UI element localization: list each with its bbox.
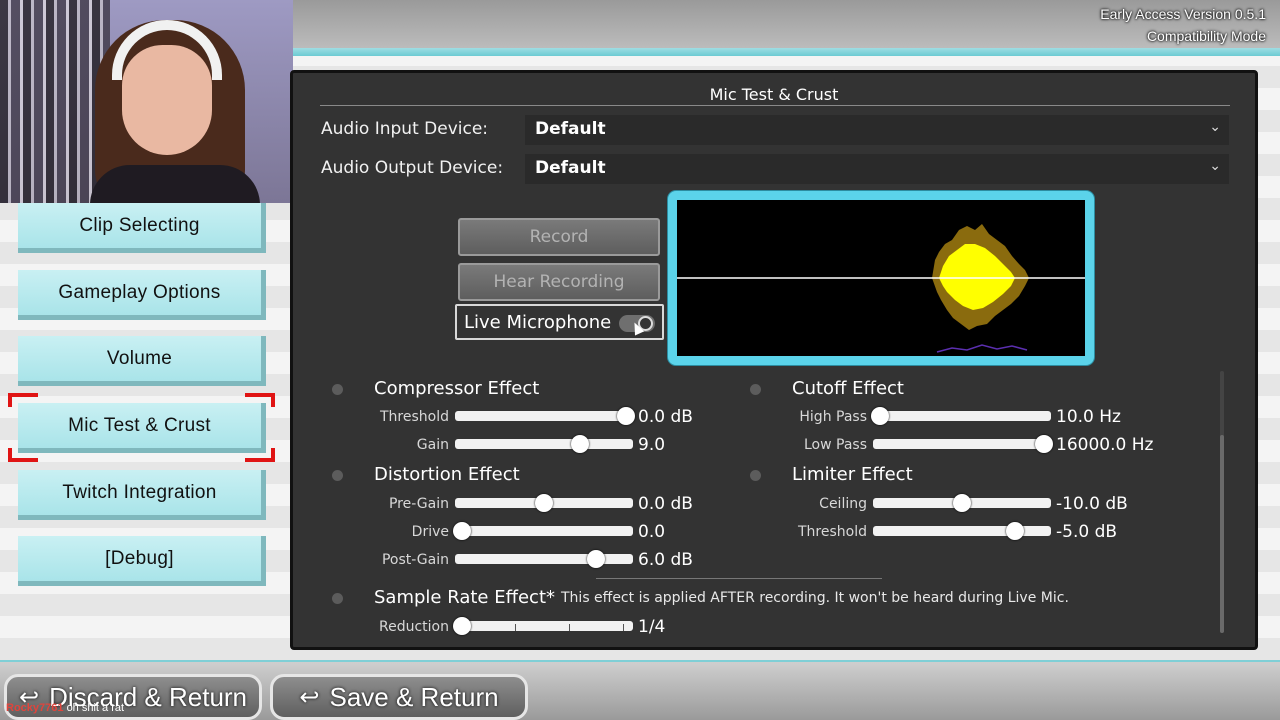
samplerate-title: Sample Rate Effect* bbox=[374, 587, 556, 608]
slider-tick bbox=[569, 624, 570, 631]
cutoff-lowpass-slider[interactable] bbox=[873, 435, 1053, 453]
mic-test-panel: Mic Test & Crust Audio Input Device: Def… bbox=[290, 70, 1258, 650]
distortion-drive-label: Drive bbox=[411, 524, 449, 540]
compressor-title: Compressor Effect bbox=[374, 378, 540, 399]
streamer-shirt bbox=[90, 165, 260, 203]
samplerate-reduction-label: Reduction bbox=[379, 619, 449, 635]
menu-item-volume[interactable]: Volume bbox=[18, 336, 266, 386]
limiter-toggle[interactable] bbox=[750, 470, 761, 481]
chat-message: Rocky7761 oh shit a rat bbox=[6, 702, 124, 714]
distortion-postgain-label: Post-Gain bbox=[381, 552, 449, 568]
limiter-threshold-value: -5.0 dB bbox=[1056, 522, 1118, 542]
input-device-select[interactable]: Default ⌄ bbox=[525, 115, 1229, 145]
limiter-title: Limiter Effect bbox=[792, 464, 913, 485]
distortion-toggle[interactable] bbox=[332, 470, 343, 481]
waveform-trace bbox=[936, 344, 1028, 353]
scrollbar-thumb[interactable] bbox=[1220, 435, 1224, 633]
cutoff-highpass-value: 10.0 Hz bbox=[1056, 407, 1121, 427]
menu-item-gameplay-options[interactable]: Gameplay Options bbox=[18, 270, 266, 320]
selection-bracket-top-right bbox=[245, 393, 275, 407]
chevron-down-icon: ⌄ bbox=[1209, 158, 1221, 174]
slider-tick bbox=[515, 624, 516, 631]
limiter-ceiling-label: Ceiling bbox=[819, 496, 867, 512]
webcam-overlay bbox=[0, 0, 293, 203]
distortion-postgain-value: 6.0 dB bbox=[638, 550, 693, 570]
limiter-threshold-label: Threshold bbox=[798, 524, 867, 540]
cutoff-highpass-label: High Pass bbox=[799, 409, 867, 425]
samplerate-toggle[interactable] bbox=[332, 593, 343, 604]
live-microphone-label: Live Microphone bbox=[464, 311, 612, 333]
menu-item-mic-test[interactable]: Mic Test & Crust bbox=[18, 403, 266, 453]
samplerate-reduction-value: 1/4 bbox=[638, 617, 666, 637]
distortion-pregain-slider[interactable] bbox=[455, 494, 633, 512]
distortion-title: Distortion Effect bbox=[374, 464, 520, 485]
save-return-button[interactable]: ↩ Save & Return bbox=[270, 674, 528, 720]
distortion-pregain-label: Pre-Gain bbox=[388, 496, 449, 512]
selection-bracket-top-left bbox=[8, 393, 38, 407]
slider-thumb[interactable] bbox=[616, 407, 635, 425]
cutoff-title: Cutoff Effect bbox=[792, 378, 904, 399]
output-device-value: Default bbox=[535, 158, 606, 178]
menu-item-clip-selecting[interactable]: Clip Selecting bbox=[18, 203, 266, 253]
panel-title: Mic Test & Crust bbox=[709, 85, 839, 104]
limiter-ceiling-value: -10.0 dB bbox=[1056, 494, 1128, 514]
samplerate-note: This effect is applied AFTER recording. … bbox=[561, 590, 1069, 606]
title-divider bbox=[320, 105, 1230, 106]
slider-thumb[interactable] bbox=[570, 435, 589, 453]
output-device-label: Audio Output Device: bbox=[321, 158, 504, 178]
slider-thumb[interactable] bbox=[453, 617, 472, 635]
distortion-drive-value: 0.0 bbox=[638, 522, 666, 542]
samplerate-reduction-slider[interactable] bbox=[453, 617, 633, 635]
slider-thumb[interactable] bbox=[871, 407, 890, 425]
slider-tick bbox=[623, 624, 624, 631]
waveform-visualizer bbox=[668, 191, 1094, 365]
compressor-gain-label: Gain bbox=[416, 437, 449, 453]
chat-text: oh shit a rat bbox=[66, 702, 125, 714]
compressor-threshold-slider[interactable] bbox=[455, 407, 635, 425]
slider-thumb[interactable] bbox=[1006, 522, 1025, 540]
cutoff-toggle[interactable] bbox=[750, 384, 761, 395]
distortion-pregain-value: 0.0 dB bbox=[638, 494, 693, 514]
slider-thumb[interactable] bbox=[586, 550, 605, 568]
save-return-label: Save & Return bbox=[329, 681, 499, 712]
slider-thumb[interactable] bbox=[1034, 435, 1053, 453]
version-label: Early Access Version 0.5.1 bbox=[1100, 6, 1266, 22]
compressor-gain-value: 9.0 bbox=[638, 435, 666, 455]
slider-thumb[interactable] bbox=[453, 522, 472, 540]
version-info: Early Access Version 0.5.1 Compatibility… bbox=[1100, 3, 1266, 47]
cutoff-lowpass-value: 16000.0 Hz bbox=[1056, 435, 1154, 455]
section-divider bbox=[596, 578, 882, 579]
header-stripe bbox=[290, 48, 1280, 56]
compressor-toggle[interactable] bbox=[332, 384, 343, 395]
input-device-label: Audio Input Device: bbox=[321, 119, 489, 139]
cutoff-lowpass-label: Low Pass bbox=[804, 437, 867, 453]
input-device-value: Default bbox=[535, 119, 606, 139]
bookshelf bbox=[0, 0, 110, 203]
distortion-drive-slider[interactable] bbox=[453, 522, 633, 540]
record-button[interactable]: Record bbox=[458, 218, 660, 256]
return-arrow-icon: ↩ bbox=[299, 683, 320, 711]
chevron-down-icon: ⌄ bbox=[1209, 119, 1221, 135]
slider-thumb[interactable] bbox=[535, 494, 553, 512]
selection-bracket-bottom-left bbox=[8, 448, 38, 462]
hear-recording-button[interactable]: Hear Recording bbox=[458, 263, 660, 301]
output-device-select[interactable]: Default ⌄ bbox=[525, 154, 1229, 184]
compressor-threshold-label: Threshold bbox=[380, 409, 449, 425]
chat-username: Rocky7761 bbox=[6, 702, 64, 714]
compressor-gain-slider[interactable] bbox=[455, 435, 633, 453]
compressor-threshold-value: 0.0 dB bbox=[638, 407, 693, 427]
menu-item-debug[interactable]: [Debug] bbox=[18, 536, 266, 586]
cutoff-highpass-slider[interactable] bbox=[871, 407, 1051, 425]
selection-bracket-bottom-right bbox=[245, 448, 275, 462]
limiter-threshold-slider[interactable] bbox=[873, 522, 1051, 540]
compat-mode-label: Compatibility Mode bbox=[1146, 28, 1266, 44]
distortion-postgain-slider[interactable] bbox=[455, 550, 633, 568]
settings-menu: Clip Selecting Gameplay Options Volume M… bbox=[0, 203, 290, 663]
limiter-ceiling-slider[interactable] bbox=[873, 494, 1051, 512]
slider-thumb[interactable] bbox=[953, 494, 971, 512]
menu-item-twitch-integration[interactable]: Twitch Integration bbox=[18, 470, 266, 520]
